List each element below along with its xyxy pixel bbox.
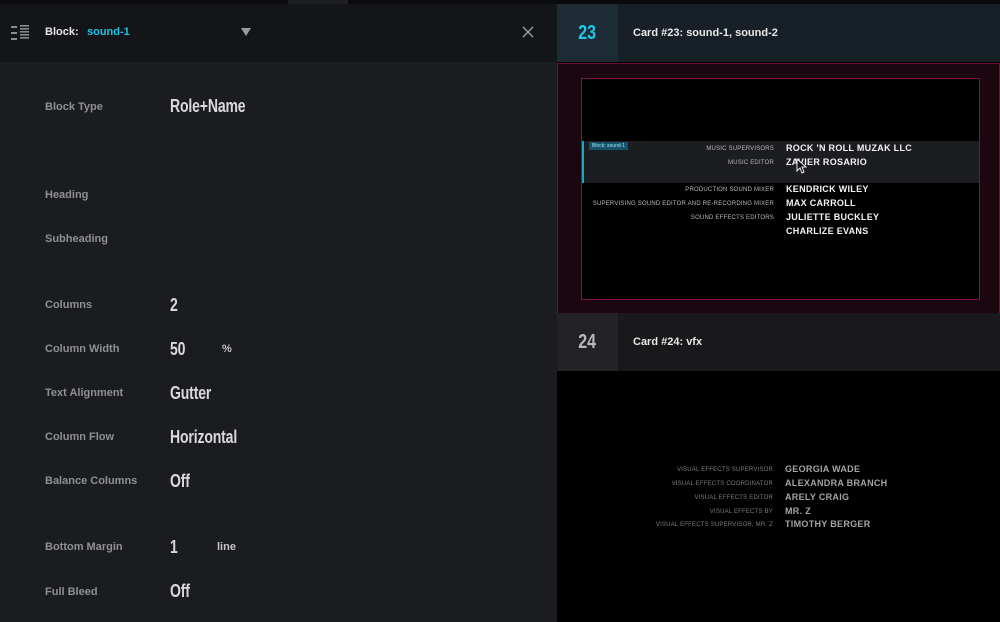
columns-label: Columns — [45, 299, 93, 311]
block-inspector-panel: Block: sound-1 Block Type Role+Name Head… — [0, 4, 557, 622]
card-23-header[interactable]: 23 Card #23: sound-1, sound-2 — [557, 4, 1000, 62]
card-23-frame: Block: sound-1 MUSIC SUPERVISORS ROCK 'N… — [581, 78, 980, 300]
credit-name: GEORGIA WADE — [785, 464, 861, 474]
credit-role: PRODUCTION SOUND MIXER — [685, 187, 774, 193]
card-24-header[interactable]: 24 Card #24: vfx — [557, 313, 1000, 371]
column-width-label: Column Width — [45, 343, 120, 355]
credit-name: KENDRICK WILEY — [786, 184, 869, 194]
block-tag: Block: sound-1 — [589, 142, 629, 150]
credit-name: MR. Z — [785, 506, 811, 516]
credit-role: VISUAL EFFECTS SUPERVISOR, MR. Z — [655, 522, 773, 528]
credit-name: MAX CARROLL — [786, 198, 856, 208]
credit-name: TIMOTHY BERGER — [785, 519, 871, 529]
credit-role: VISUAL EFFECTS COORDINATOR — [671, 481, 773, 487]
bottom-margin-unit: line — [217, 541, 236, 553]
cursor-icon — [796, 158, 807, 174]
credit-name: ARELY CRAIG — [785, 492, 850, 502]
credit-name: CHARLIZE EVANS — [786, 226, 869, 236]
block-type-label: Block Type — [45, 101, 103, 113]
text-alignment-label: Text Alignment — [45, 387, 124, 399]
card-number: 23 — [557, 4, 618, 62]
credit-name: JULIETTE BUCKLEY — [786, 212, 880, 222]
card-23-preview: Block: sound-1 MUSIC SUPERVISORS ROCK 'N… — [557, 63, 1000, 314]
credit-role: SOUND EFFECTS EDITORS — [690, 215, 774, 221]
balance-columns-value[interactable]: Off — [170, 471, 190, 492]
credit-role: VISUAL EFFECTS EDITOR — [694, 495, 773, 501]
credit-role: MUSIC EDITOR — [728, 160, 774, 166]
block-label: Block: — [45, 26, 79, 38]
subheading-label: Subheading — [45, 233, 108, 245]
credit-role: SUPERVISING SOUND EDITOR AND RE-RECORDIN… — [592, 201, 774, 207]
block-type-value[interactable]: Role+Name — [170, 96, 246, 117]
credit-role: VISUAL EFFECTS BY — [709, 509, 773, 515]
block-inspector-header: Block: sound-1 — [0, 4, 557, 62]
selected-block-highlight[interactable]: Block: sound-1 — [582, 141, 979, 183]
bottom-margin-label: Bottom Margin — [45, 541, 123, 553]
credit-name: ALEXANDRA BRANCH — [785, 478, 888, 488]
close-icon[interactable] — [522, 26, 534, 38]
credit-role: VISUAL EFFECTS SUPERVISOR — [676, 467, 773, 473]
full-bleed-label: Full Bleed — [45, 586, 98, 598]
text-alignment-value[interactable]: Gutter — [170, 383, 211, 404]
bottom-margin-value[interactable]: 1 — [170, 537, 178, 558]
chevron-down-icon[interactable] — [241, 28, 251, 36]
credit-role: MUSIC SUPERVISORS — [706, 146, 774, 152]
column-flow-label: Column Flow — [45, 431, 115, 443]
columns-value[interactable]: 2 — [170, 295, 178, 316]
block-selector[interactable]: sound-1 — [87, 26, 130, 38]
credit-name: ROCK 'N ROLL MUZAK LLC — [786, 143, 913, 153]
menu-icon[interactable] — [11, 25, 29, 41]
balance-columns-label: Balance Columns — [45, 475, 138, 487]
column-flow-value[interactable]: Horizontal — [170, 427, 237, 448]
column-width-unit: % — [222, 343, 232, 355]
card-title: Card #23: sound-1, sound-2 — [633, 27, 778, 39]
card-number: 24 — [557, 313, 618, 371]
heading-label: Heading — [45, 189, 89, 201]
column-width-value[interactable]: 50 — [170, 339, 185, 360]
full-bleed-value[interactable]: Off — [170, 581, 190, 602]
card-title: Card #24: vfx — [633, 336, 703, 348]
